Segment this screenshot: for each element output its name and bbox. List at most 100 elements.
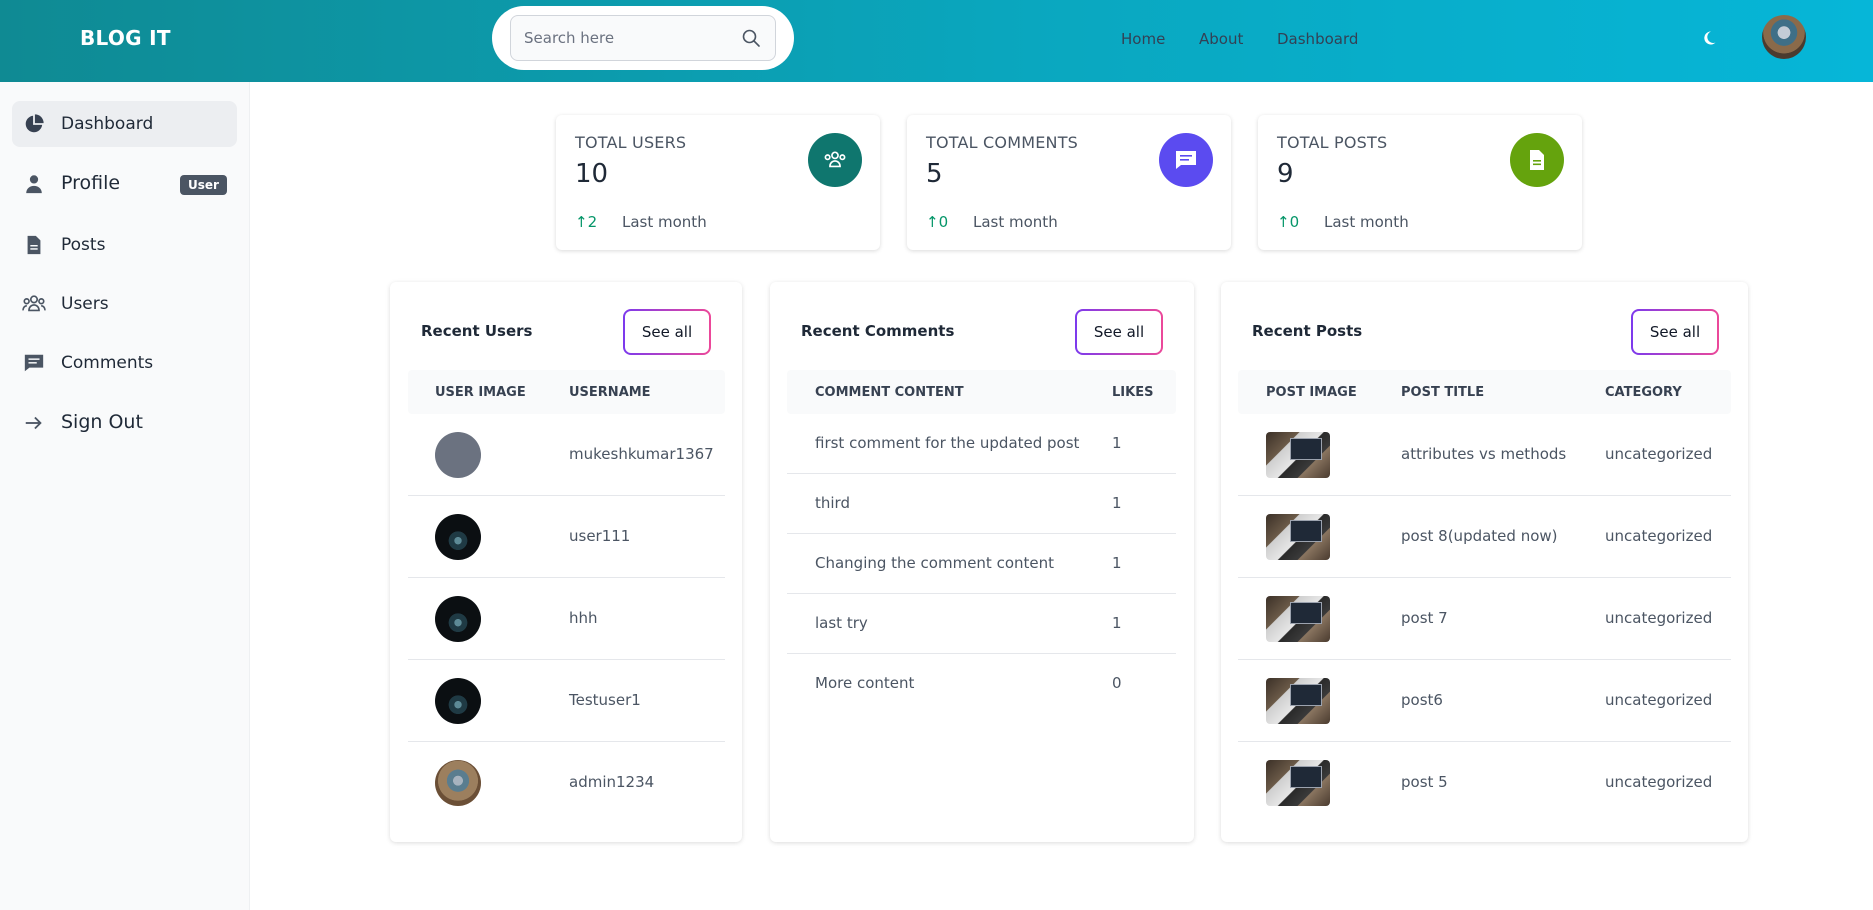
table-row[interactable]: last try 1 xyxy=(787,594,1176,654)
post-title-cell: attributes vs methods xyxy=(1401,445,1567,463)
stat-title: Total Posts xyxy=(1277,133,1388,152)
post-title-cell: post 7 xyxy=(1401,609,1448,627)
search-field[interactable] xyxy=(510,15,776,61)
username-cell: user111 xyxy=(569,527,631,545)
post-thumbnail xyxy=(1266,514,1330,560)
post-thumbnail xyxy=(1266,432,1330,478)
comment-content-cell: third xyxy=(815,494,850,512)
see-all-posts-button[interactable]: See all xyxy=(1631,309,1719,355)
user-avatar xyxy=(435,678,481,724)
stat-title: Total Comments xyxy=(926,133,1079,152)
user-avatar[interactable] xyxy=(1762,15,1806,59)
table-row[interactable]: post 5 uncategorized xyxy=(1238,742,1731,824)
category-cell: uncategorized xyxy=(1605,445,1713,463)
sidebar-item-label: Dashboard xyxy=(61,114,154,134)
comment-icon xyxy=(1176,151,1196,169)
category-cell: uncategorized xyxy=(1605,691,1713,709)
likes-cell: 1 xyxy=(1112,434,1122,452)
table-row[interactable]: post6 uncategorized xyxy=(1238,660,1731,742)
stat-trend: ↑0 xyxy=(1277,213,1299,231)
stat-period: Last month xyxy=(973,213,1058,231)
stat-value: 5 xyxy=(926,159,943,189)
stat-trend: ↑2 xyxy=(575,213,597,231)
table-row[interactable]: third 1 xyxy=(787,474,1176,534)
table-row[interactable]: first comment for the updated post 1 xyxy=(787,414,1176,474)
see-all-users-button[interactable]: See all xyxy=(623,309,711,355)
table-row[interactable]: user111 xyxy=(408,496,725,578)
user-avatar xyxy=(435,760,481,806)
search-container xyxy=(492,6,794,70)
category-cell: uncategorized xyxy=(1605,609,1713,627)
comment-content-cell: More content xyxy=(815,674,915,692)
table-row[interactable]: Testuser1 xyxy=(408,660,725,742)
stat-trend-value: 0 xyxy=(938,213,949,231)
sidebar-item-sign-out[interactable]: Sign Out xyxy=(12,400,237,446)
category-cell: uncategorized xyxy=(1605,773,1713,791)
nav-dashboard-link[interactable]: Dashboard xyxy=(1277,30,1358,48)
arrow-right-icon xyxy=(25,416,42,430)
user-avatar xyxy=(435,432,481,478)
sidebar-item-dashboard[interactable]: Dashboard xyxy=(12,101,237,147)
recent-comments-panel: Recent Comments See all Comment content … xyxy=(770,282,1194,842)
sidebar-item-posts[interactable]: Posts xyxy=(12,222,237,268)
comment-content-cell: first comment for the updated post xyxy=(815,434,1080,452)
table-row[interactable]: attributes vs methods uncategorized xyxy=(1238,414,1731,496)
stat-icon-circle xyxy=(808,133,862,187)
sidebar-item-label: Users xyxy=(61,294,109,314)
dark-mode-moon-icon[interactable] xyxy=(1700,29,1718,47)
nav-home-link[interactable]: Home xyxy=(1121,30,1165,48)
see-all-comments-button[interactable]: See all xyxy=(1075,309,1163,355)
panel-title: Recent Users xyxy=(421,322,533,340)
site-logo[interactable]: BLOG IT xyxy=(80,26,171,50)
sidebar-item-users[interactable]: Users xyxy=(12,281,237,327)
sidebar-item-label: Posts xyxy=(61,235,106,255)
stat-trend: ↑0 xyxy=(926,213,948,231)
column-header: Likes xyxy=(1112,385,1154,400)
table-row[interactable]: mukeshkumar1367 xyxy=(408,414,725,496)
post-thumbnail xyxy=(1266,760,1330,806)
column-header: Post title xyxy=(1401,385,1485,400)
user-avatar xyxy=(435,514,481,560)
table-row[interactable]: admin1234 xyxy=(408,742,725,824)
likes-cell: 1 xyxy=(1112,494,1122,512)
post-title-cell: post 8(updated now) xyxy=(1401,527,1558,545)
sidebar-item-profile[interactable]: Profile User xyxy=(12,161,237,207)
recent-users-panel: Recent Users See all User image Username… xyxy=(390,282,742,842)
table-row[interactable]: post 8(updated now) uncategorized xyxy=(1238,496,1731,578)
table-row[interactable]: hhh xyxy=(408,578,725,660)
sidebar: Dashboard Profile User Posts Users Comme… xyxy=(0,82,250,910)
panel-title: Recent Posts xyxy=(1252,322,1363,340)
sidebar-item-label: Comments xyxy=(61,353,154,373)
document-icon xyxy=(1530,150,1544,170)
comment-content-cell: last try xyxy=(815,614,868,632)
stat-icon-circle xyxy=(1159,133,1213,187)
column-header: User image xyxy=(435,385,526,400)
likes-cell: 0 xyxy=(1112,674,1122,692)
table-row[interactable]: More content 0 xyxy=(787,654,1176,714)
stat-trend-value: 0 xyxy=(1289,213,1300,231)
nav-about-link[interactable]: About xyxy=(1199,30,1243,48)
table-header: Post image Post title Category xyxy=(1238,370,1731,414)
panel-title: Recent Comments xyxy=(801,322,955,340)
table-row[interactable]: Changing the comment content 1 xyxy=(787,534,1176,594)
comment-icon xyxy=(24,354,44,372)
comment-content-cell: Changing the comment content xyxy=(815,554,1055,572)
sidebar-item-comments[interactable]: Comments xyxy=(12,340,237,386)
stat-period: Last month xyxy=(1324,213,1409,231)
search-input[interactable] xyxy=(511,16,741,60)
document-icon xyxy=(27,235,41,255)
table-row[interactable]: post 7 uncategorized xyxy=(1238,578,1731,660)
column-header: Category xyxy=(1605,385,1682,400)
username-cell: hhh xyxy=(569,609,598,627)
category-cell: uncategorized xyxy=(1605,527,1713,545)
users-group-icon xyxy=(824,151,846,168)
search-icon[interactable] xyxy=(741,28,761,48)
button-label: See all xyxy=(1077,311,1161,353)
stat-card-total-comments: Total Comments 5 ↑0 Last month xyxy=(907,115,1231,250)
column-header: Post image xyxy=(1266,385,1357,400)
button-label: See all xyxy=(1633,311,1717,353)
stat-icon-circle xyxy=(1510,133,1564,187)
username-cell: admin1234 xyxy=(569,773,655,791)
users-group-icon xyxy=(22,295,46,312)
sidebar-item-label: Profile xyxy=(61,172,121,194)
